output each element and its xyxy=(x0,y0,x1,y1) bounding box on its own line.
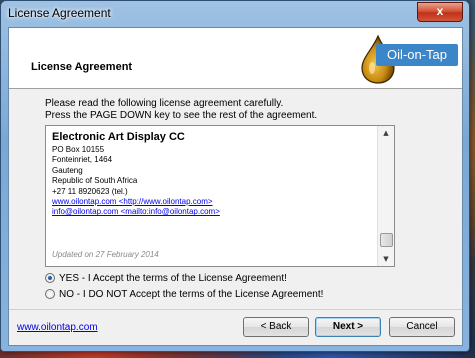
scroll-up-icon[interactable]: ▲ xyxy=(378,126,394,140)
page-title: License Agreement xyxy=(31,61,133,73)
license-line: PO Box 10155 xyxy=(52,145,105,154)
license-company: Electronic Art Display CC xyxy=(52,131,185,143)
title-bar[interactable]: License Agreement x xyxy=(1,1,469,27)
license-content: Electronic Art Display CC PO Box 10155 F… xyxy=(52,131,372,218)
header-band: License Agreement Oil-on-Tap xyxy=(9,28,462,89)
intro-line-2: Press the PAGE DOWN key to see the rest … xyxy=(45,110,318,121)
license-line: +27 11 8920623 (tel.) xyxy=(52,186,128,196)
license-scrollbar[interactable]: ▲ ▼ xyxy=(377,126,394,266)
next-button[interactable]: Next > xyxy=(315,317,381,337)
decline-radio[interactable] xyxy=(45,289,55,299)
window-title: License Agreement xyxy=(8,6,111,20)
license-text-area[interactable]: Electronic Art Display CC PO Box 10155 F… xyxy=(45,125,395,267)
license-web-link[interactable]: www.oilontap.com <http://www.oilontap.co… xyxy=(52,197,372,207)
license-line: Fonteinriet, 1464 xyxy=(52,155,113,165)
installer-window: License Agreement x License Agreement Oi… xyxy=(0,0,470,352)
accept-radio[interactable] xyxy=(45,273,55,283)
accept-option[interactable]: YES - I Accept the terms of the License … xyxy=(45,271,287,285)
dialog-client-area: License Agreement Oil-on-Tap Please read… xyxy=(8,27,463,346)
back-button[interactable]: < Back xyxy=(243,317,309,337)
decline-label: NO - I DO NOT Accept the terms of the Li… xyxy=(59,288,324,300)
accept-label: YES - I Accept the terms of the License … xyxy=(59,272,287,284)
intro-line-1: Please read the following license agreem… xyxy=(45,98,284,109)
license-mail-link[interactable]: info@oilontap.com <mailto:info@oilontap.… xyxy=(52,207,372,217)
cancel-button[interactable]: Cancel xyxy=(389,317,455,337)
license-line: Republic of South Africa xyxy=(52,176,138,186)
footer-website-link[interactable]: www.oilontap.com xyxy=(17,322,98,333)
close-icon: x xyxy=(436,4,444,18)
scroll-down-icon[interactable]: ▼ xyxy=(378,252,394,266)
scroll-thumb[interactable] xyxy=(380,233,393,247)
logo-text: Oil-on-Tap xyxy=(376,44,458,66)
license-updated: Updated on 27 February 2014 xyxy=(52,250,159,259)
decline-option[interactable]: NO - I DO NOT Accept the terms of the Li… xyxy=(45,287,323,301)
close-button[interactable]: x xyxy=(417,2,463,22)
intro-text: Please read the following license agreem… xyxy=(45,98,445,122)
license-line: Gauteng xyxy=(52,165,83,175)
footer-divider xyxy=(9,309,462,310)
logo: Oil-on-Tap xyxy=(352,32,460,84)
